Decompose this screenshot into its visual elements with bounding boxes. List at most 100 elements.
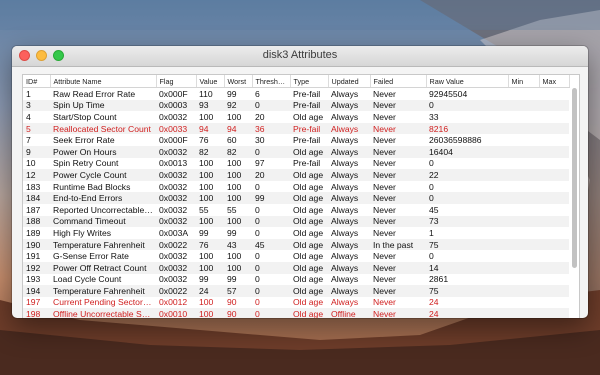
min-cell bbox=[508, 169, 539, 181]
column-header-threshold[interactable]: Threshold bbox=[252, 75, 291, 88]
failed-cell: Never bbox=[373, 111, 396, 122]
updated-cell: Always bbox=[331, 135, 359, 146]
value-cell: 76 bbox=[199, 135, 209, 146]
raw-value-cell: 0 bbox=[426, 99, 508, 112]
updated-cell: Always bbox=[328, 261, 370, 274]
flag-cell: 0x0032 bbox=[156, 169, 196, 181]
updated-cell: Always bbox=[331, 111, 359, 122]
updated-cell: Always bbox=[328, 192, 370, 204]
updated-cell: Always bbox=[328, 169, 370, 181]
table-row[interactable]: 187 Reported Uncorrectable Errors0x0032 55… bbox=[23, 204, 569, 216]
id-cell: 7 bbox=[26, 135, 31, 146]
failed-cell: Never bbox=[370, 285, 426, 297]
table-header-row: ID# Attribute Name Flag Value Worst Thre… bbox=[23, 75, 570, 88]
column-header-value[interactable]: Value bbox=[196, 75, 225, 88]
min-cell bbox=[508, 111, 539, 123]
value-cell: 110 bbox=[199, 88, 213, 99]
table-row[interactable]: 4 Start/Stop Count 0x0032 100 100 20 Old age Al… bbox=[23, 111, 569, 123]
table-row[interactable]: 9 Power On Hours 0x0032 82 82 0 Old age Always N… bbox=[23, 145, 569, 158]
table-row[interactable]: 192 Power Off Retract Count 0x0032 100 100 0 O… bbox=[23, 261, 569, 274]
table-row[interactable]: 12 Power Cycle Count 0x0032 100 100 20 Old age… bbox=[23, 169, 569, 181]
threshold-cell: 0 bbox=[255, 227, 260, 238]
column-header-failed[interactable]: Failed bbox=[370, 75, 427, 88]
value-cell: 100 bbox=[199, 111, 214, 122]
vertical-scrollbar[interactable] bbox=[572, 88, 577, 268]
type-cell: Old age bbox=[293, 274, 324, 285]
table-row[interactable]: 5 Reallocated Sector Count 0x0033 94 94 36 Pre… bbox=[23, 122, 569, 135]
table-row[interactable]: 198Offline Uncorrectable Sector Count0x0… bbox=[23, 308, 569, 318]
threshold-cell: 0 bbox=[252, 285, 290, 297]
worst-cell: 94 bbox=[224, 122, 252, 135]
raw-value-cell: 33 bbox=[429, 111, 439, 122]
threshold-cell: 20 bbox=[255, 111, 265, 122]
raw-value-cell: 73 bbox=[426, 215, 508, 228]
failed-cell: Never bbox=[373, 88, 396, 99]
raw-value-cell: 26036598886 bbox=[429, 135, 482, 146]
raw-value-cell: 0 bbox=[426, 192, 508, 204]
column-header-id[interactable]: ID# bbox=[23, 75, 51, 88]
attribute-name-cell: Command Timeout bbox=[50, 215, 156, 228]
flag-cell: 0x000F bbox=[159, 135, 188, 146]
max-cell bbox=[539, 274, 569, 286]
flag-cell: 0x0012 bbox=[159, 297, 188, 308]
table-row[interactable]: 188 Command Timeout 0x0032 100 100 0 Old age Al… bbox=[23, 215, 569, 228]
table-row[interactable]: 189 High Fly Writes 0x003A 99 99 0 Old age Alwa… bbox=[23, 227, 569, 239]
attributes-table-container[interactable]: ID# Attribute Name Flag Value Worst Thre… bbox=[22, 74, 580, 318]
table-row[interactable]: 3 Spin Up Time 0x0003 93 92 0 Pre-fail Always Ne… bbox=[23, 99, 569, 112]
id-cell: 197 bbox=[26, 297, 41, 308]
table-row[interactable]: 7 Seek Error Rate 0x000F 76 60 30 Pre-fail Alwa… bbox=[23, 134, 569, 146]
title-bar[interactable]: disk3 Attributes bbox=[12, 46, 588, 67]
max-cell bbox=[539, 297, 569, 309]
table-row[interactable]: 183 Runtime Bad Blocks 0x0032 100 100 0 Old ag… bbox=[23, 181, 569, 193]
id-cell: 198 bbox=[23, 308, 50, 318]
raw-value-cell: 0 bbox=[429, 158, 434, 169]
column-header-flag[interactable]: Flag bbox=[156, 75, 197, 88]
raw-value-cell: 92945504 bbox=[429, 88, 468, 99]
min-cell bbox=[508, 250, 539, 262]
min-cell bbox=[508, 274, 539, 286]
table-row[interactable]: 190 Temperature Fahrenheit 0x0022 76 43 45 Old… bbox=[23, 238, 569, 251]
table-row[interactable]: 193 Load Cycle Count 0x0032 99 99 0 Old age Alw… bbox=[23, 274, 569, 286]
id-cell: 193 bbox=[26, 274, 41, 285]
attribute-name-cell: Offline Uncorrectable Sector Count bbox=[50, 308, 156, 318]
flag-cell: 0x0032 bbox=[159, 204, 188, 215]
value-cell: 55 bbox=[199, 204, 209, 215]
min-cell bbox=[508, 88, 539, 100]
worst-cell: 100 bbox=[227, 251, 242, 262]
table-body: 1 Raw Read Error Rate 0x000F 110 99 6 Pre-fail… bbox=[23, 88, 569, 318]
raw-value-cell: 24 bbox=[429, 297, 439, 308]
column-header-updated[interactable]: Updated bbox=[328, 75, 371, 88]
column-header-type[interactable]: Type bbox=[290, 75, 329, 88]
type-cell: Old age bbox=[293, 181, 324, 192]
updated-cell: Always bbox=[331, 158, 359, 169]
threshold-cell: 45 bbox=[252, 238, 290, 251]
table-row[interactable]: 194 Temperature Fahrenheit 0x0022 24 57 0 Old … bbox=[23, 285, 569, 297]
max-cell bbox=[539, 99, 569, 112]
column-header-max[interactable]: Max bbox=[539, 75, 570, 88]
table-row[interactable]: 184 End-to-End Errors 0x0032 100 100 99 Old ag… bbox=[23, 192, 569, 204]
value-cell: 100 bbox=[199, 158, 214, 169]
table-row[interactable]: 197 Current Pending Sector Count0x0012 100… bbox=[23, 297, 569, 309]
table-row[interactable]: 1 Raw Read Error Rate 0x000F 110 99 6 Pre-fail… bbox=[23, 88, 569, 100]
failed-cell: Never bbox=[370, 145, 426, 158]
threshold-cell: 0 bbox=[255, 181, 260, 192]
window-title: disk3 Attributes bbox=[262, 49, 338, 61]
attribute-name-cell: Reallocated Sector Count bbox=[50, 122, 156, 135]
max-cell bbox=[539, 227, 569, 239]
column-header-attribute-name[interactable]: Attribute Name bbox=[50, 75, 157, 88]
table-row[interactable]: 10 Spin Retry Count 0x0013 100 100 97 Pre-fail… bbox=[23, 158, 569, 170]
failed-cell: Never bbox=[373, 204, 396, 215]
worst-cell: 60 bbox=[227, 135, 237, 146]
column-header-min[interactable]: Min bbox=[508, 75, 540, 88]
id-cell: 5 bbox=[23, 122, 50, 135]
min-cell bbox=[508, 215, 539, 228]
column-header-worst[interactable]: Worst bbox=[224, 75, 253, 88]
flag-cell: 0x000F bbox=[159, 88, 188, 99]
min-cell bbox=[508, 204, 539, 216]
worst-cell: 92 bbox=[224, 99, 252, 112]
table-row[interactable]: 191 G-Sense Error Rate 0x0032 100 100 0 Old ag… bbox=[23, 250, 569, 262]
updated-cell: Always bbox=[331, 88, 359, 99]
type-cell: Old age bbox=[290, 192, 328, 204]
min-cell bbox=[508, 181, 539, 193]
column-header-raw-value[interactable]: Raw Value bbox=[426, 75, 509, 88]
